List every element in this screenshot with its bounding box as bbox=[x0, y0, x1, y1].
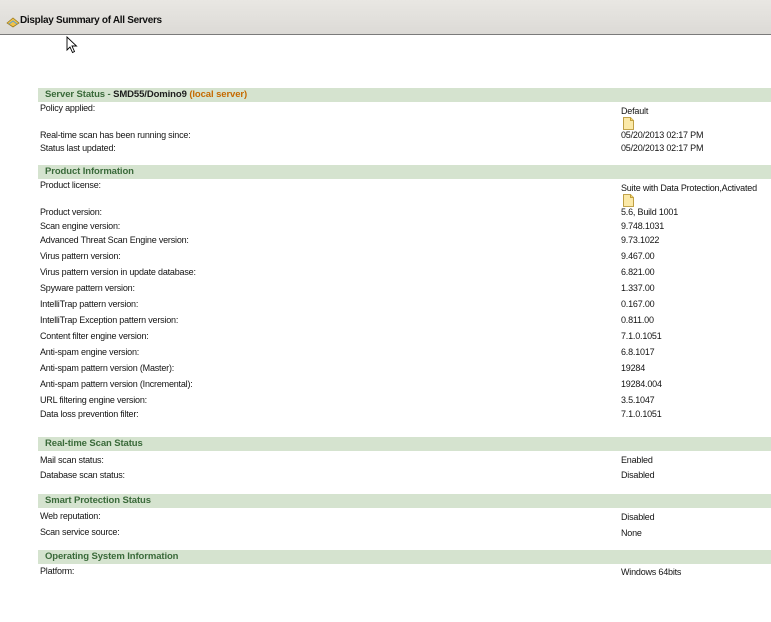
row-value: 9.73.1022 bbox=[621, 235, 660, 245]
row-label: Anti-spam pattern version (Master): bbox=[40, 363, 175, 373]
row-value: None bbox=[621, 528, 642, 538]
info-row: URL filtering engine version: 3.5.1047 bbox=[38, 395, 771, 409]
info-row: IntelliTrap Exception pattern version: 0… bbox=[38, 315, 771, 331]
row-value: Disabled bbox=[621, 512, 655, 522]
info-row: Mail scan status: Enabled bbox=[38, 451, 771, 466]
row-value: Enabled bbox=[621, 455, 653, 465]
server-name: SMD55/Domino9 bbox=[113, 89, 187, 100]
info-row: Product version: 5.6, Build 1001 bbox=[38, 207, 771, 221]
row-value: Default bbox=[621, 106, 649, 116]
server-status-prefix: Server Status - bbox=[45, 89, 114, 100]
document-icon[interactable] bbox=[623, 117, 634, 130]
row-label: Advanced Threat Scan Engine version: bbox=[40, 235, 189, 245]
row-label: URL filtering engine version: bbox=[40, 395, 147, 405]
realtime-scan-status-header: Real-time Scan Status bbox=[38, 437, 771, 451]
info-row: IntelliTrap pattern version: 0.167.00 bbox=[38, 299, 771, 315]
row-value: 6.8.1017 bbox=[621, 347, 655, 357]
row-value: 05/20/2013 02:17 PM bbox=[621, 143, 704, 153]
row-label: Platform: bbox=[40, 566, 75, 576]
info-row: Content filter engine version: 7.1.0.105… bbox=[38, 331, 771, 347]
row-label: Product version: bbox=[40, 207, 102, 217]
mouse-cursor-icon bbox=[66, 36, 78, 54]
row-label: Anti-spam engine version: bbox=[40, 347, 140, 357]
row-label: Status last updated: bbox=[40, 143, 116, 153]
server-note: (local server) bbox=[186, 89, 248, 100]
info-row: Status last updated: 05/20/2013 02:17 PM bbox=[38, 143, 771, 156]
info-row: Anti-spam engine version: 6.8.1017 bbox=[38, 347, 771, 363]
row-label: Spyware pattern version: bbox=[40, 283, 135, 293]
row-label: Virus pattern version in update database… bbox=[40, 267, 196, 277]
row-value: 9.748.1031 bbox=[621, 221, 665, 231]
row-value: 1.337.00 bbox=[621, 283, 655, 293]
info-row: Anti-spam pattern version (Incremental):… bbox=[38, 379, 771, 395]
row-value: Suite with Data Protection,Activated bbox=[621, 183, 757, 193]
product-information-header: Product Information bbox=[38, 165, 771, 179]
row-value: 9.467.00 bbox=[621, 251, 655, 261]
row-label: Policy applied: bbox=[40, 103, 96, 113]
row-value: 5.6, Build 1001 bbox=[621, 207, 679, 217]
row-value: 0.167.00 bbox=[621, 299, 655, 309]
info-row: Spyware pattern version: 1.337.00 bbox=[38, 283, 771, 299]
row-label: Real-time scan has been running since: bbox=[40, 130, 191, 140]
row-value: 6.821.00 bbox=[621, 267, 655, 277]
info-row: Policy applied: Default bbox=[38, 102, 771, 130]
info-row: Product license: Suite with Data Protect… bbox=[38, 179, 771, 207]
info-row: Data loss prevention filter: 7.1.0.1051 bbox=[38, 409, 771, 423]
servers-icon bbox=[6, 17, 20, 28]
row-value: 3.5.1047 bbox=[621, 395, 655, 405]
server-status-header: Server Status - SMD55/Domino9 (local ser… bbox=[38, 88, 771, 102]
operating-system-information-header: Operating System Information bbox=[38, 550, 771, 564]
row-value: 05/20/2013 02:17 PM bbox=[621, 130, 704, 140]
info-row: Web reputation: Disabled bbox=[38, 508, 771, 524]
title-bar: Display Summary of All Servers bbox=[0, 0, 771, 35]
info-row: Platform: Windows 64bits bbox=[38, 564, 771, 578]
row-value: Disabled bbox=[621, 470, 655, 480]
row-value: 19284.004 bbox=[621, 379, 662, 389]
row-label: Virus pattern version: bbox=[40, 251, 121, 261]
info-row: Virus pattern version in update database… bbox=[38, 267, 771, 283]
page-title: Display Summary of All Servers bbox=[20, 15, 162, 26]
row-value: 7.1.0.1051 bbox=[621, 409, 662, 419]
info-row: Virus pattern version: 9.467.00 bbox=[38, 251, 771, 267]
info-row: Database scan status: Disabled bbox=[38, 466, 771, 481]
row-label: Scan engine version: bbox=[40, 221, 121, 231]
row-value: 19284 bbox=[621, 363, 646, 373]
smart-protection-status-header: Smart Protection Status bbox=[38, 494, 771, 508]
row-label: Anti-spam pattern version (Incremental): bbox=[40, 379, 193, 389]
info-row: Anti-spam pattern version (Master): 1928… bbox=[38, 363, 771, 379]
row-label: Scan service source: bbox=[40, 527, 120, 537]
summary-panel: Server Status - SMD55/Domino9 (local ser… bbox=[38, 88, 771, 578]
row-label: IntelliTrap pattern version: bbox=[40, 299, 139, 309]
row-label: Database scan status: bbox=[40, 470, 125, 480]
row-label: Web reputation: bbox=[40, 511, 101, 521]
row-label: Mail scan status: bbox=[40, 455, 104, 465]
row-label: Content filter engine version: bbox=[40, 331, 149, 341]
info-row: Advanced Threat Scan Engine version: 9.7… bbox=[38, 235, 771, 251]
row-value: 7.1.0.1051 bbox=[621, 331, 662, 341]
row-label: IntelliTrap Exception pattern version: bbox=[40, 315, 179, 325]
document-icon[interactable] bbox=[623, 194, 634, 207]
row-value: Windows 64bits bbox=[621, 567, 682, 577]
info-row: Real-time scan has been running since: 0… bbox=[38, 130, 771, 143]
info-row: Scan engine version: 9.748.1031 bbox=[38, 221, 771, 235]
row-label: Data loss prevention filter: bbox=[40, 409, 139, 419]
info-row: Scan service source: None bbox=[38, 524, 771, 540]
row-label: Product license: bbox=[40, 180, 101, 190]
row-value: 0.811.00 bbox=[621, 315, 654, 325]
